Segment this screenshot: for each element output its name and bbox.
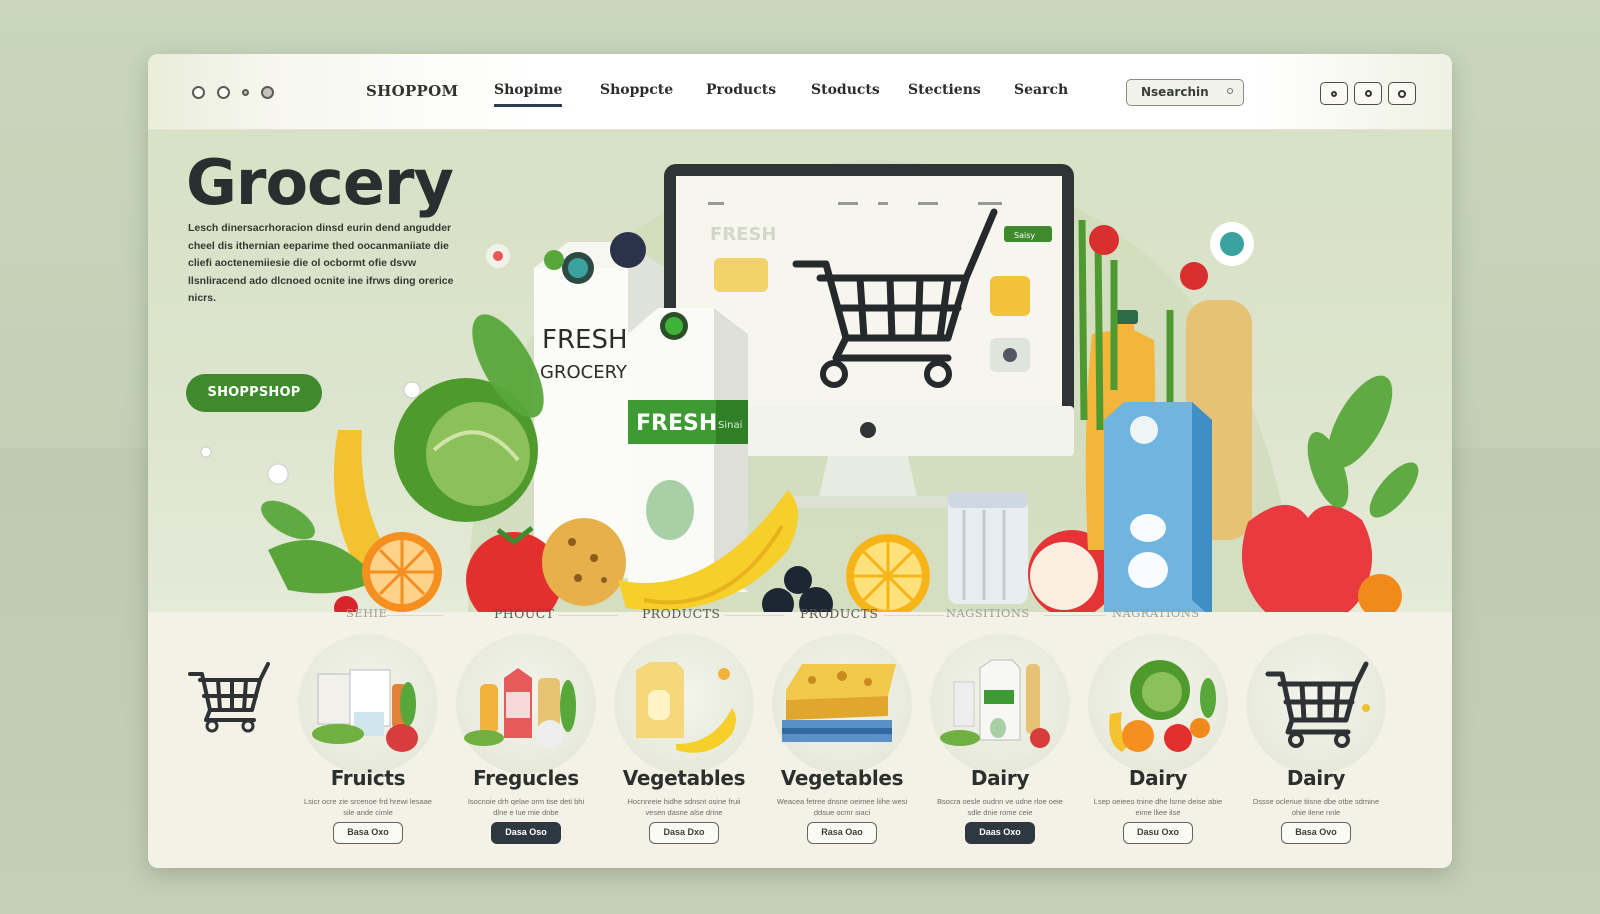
- vegetables-icon: [1088, 634, 1228, 774]
- fresh-label: FRESH: [636, 411, 717, 436]
- dairy-basket-icon: [930, 634, 1070, 774]
- category-button[interactable]: Basa Ovo: [1281, 822, 1351, 844]
- juice-bottles-icon: [456, 634, 596, 774]
- category-name: Dairy: [1286, 766, 1346, 790]
- category-description: Dssse ocleriue tiisne dbe otbe sdmine oh…: [1252, 797, 1380, 817]
- window-control-icon[interactable]: [192, 86, 205, 99]
- category-card[interactable]: Fregucles Isocnoie drh qelae orm tise de…: [452, 634, 600, 844]
- category-description: Bsocra oesle oudnn ve udne rloe oeie sdl…: [937, 797, 1063, 817]
- shopping-cart-icon[interactable]: [182, 654, 272, 734]
- grocery-basket-icon: [298, 634, 438, 774]
- top-navigation: SHOPPOM Shopime Shoppcte Products Stoduc…: [148, 54, 1452, 130]
- close-button[interactable]: [1388, 82, 1416, 105]
- minimize-button[interactable]: [1320, 82, 1348, 105]
- app-window: SHOPPOM Shopime Shoppcte Products Stoduc…: [148, 54, 1452, 868]
- category-header[interactable]: SEHIE: [346, 606, 387, 620]
- milk-banana-icon: [614, 634, 754, 774]
- nav-link-stectiens[interactable]: Stectiens: [908, 82, 981, 98]
- search-input[interactable]: Nsearchin: [1126, 79, 1244, 106]
- divider: [558, 615, 618, 616]
- shop-button[interactable]: SHOPPSHOP: [186, 374, 322, 412]
- nav-link-search[interactable]: Search: [1014, 82, 1068, 98]
- nav-link-shoppcte[interactable]: Shoppcte: [600, 82, 673, 98]
- window-control-icon[interactable]: [242, 89, 249, 96]
- berry-icon: [610, 232, 646, 268]
- category-description: Lsep oeieeo tnine dhe lsrne deise abie e…: [1093, 797, 1223, 817]
- category-card[interactable]: Fruicts Lsicr ocre zie srcenoe frd hrewi…: [294, 634, 442, 844]
- category-header[interactable]: NAGSITIONS: [946, 606, 1030, 620]
- carton-fresh-text: FRESH: [542, 325, 628, 355]
- divider: [384, 615, 444, 616]
- category-name: Vegetables: [780, 766, 904, 790]
- category-name: Fregucles: [473, 766, 579, 790]
- window-buttons: [1320, 82, 1416, 105]
- category-description: Weacea fetree dnsne oeimee liihe wesi dd…: [776, 797, 908, 817]
- category-card[interactable]: Dairy Dssse ocleriue tiisne dbe otbe sdm…: [1242, 634, 1390, 844]
- search-icon: [1227, 88, 1233, 94]
- window-control-icon[interactable]: [261, 86, 274, 99]
- carton-grocery-text: GROCERY: [540, 362, 628, 383]
- blue-carton-illustration: [1104, 402, 1212, 612]
- category-button[interactable]: Dasu Oxo: [1123, 822, 1193, 844]
- category-button[interactable]: Rasa Oao: [807, 822, 877, 844]
- category-button[interactable]: Dasa Oso: [491, 822, 561, 844]
- cheese-icon: [772, 634, 912, 774]
- circle-icon: [1331, 90, 1337, 97]
- yogurt-jar-illustration: [948, 492, 1028, 604]
- category-button[interactable]: Dasa Dxo: [649, 822, 719, 844]
- category-name: Vegetables: [622, 766, 746, 790]
- carton-side-text: Sinai: [718, 420, 742, 431]
- category-headers: SEHIE PHOUCT PRODUCTS PRODUCTS NAGSITION…: [148, 606, 1452, 630]
- divider: [884, 615, 944, 616]
- category-description: Isocnoie drh qelae orm tise deti bhi dln…: [467, 797, 585, 817]
- category-card[interactable]: Vegetables Weacea fetree dnsne oeimee li…: [768, 634, 916, 844]
- screen-badge: Saisy: [1014, 231, 1035, 240]
- window-control-icon[interactable]: [217, 86, 230, 99]
- maximize-button[interactable]: [1354, 82, 1382, 105]
- category-name: Dairy: [970, 766, 1030, 790]
- category-header[interactable]: PRODUCTS: [800, 606, 878, 621]
- shopping-cart-icon: [1246, 634, 1386, 774]
- category-header[interactable]: NAGRATIONS: [1112, 606, 1199, 620]
- screen-fresh-text: FRESH: [710, 224, 776, 245]
- apple-illustration: [1241, 504, 1372, 612]
- category-button[interactable]: Daas Oxo: [965, 822, 1035, 844]
- category-name: Fruicts: [330, 766, 406, 790]
- category-header[interactable]: PRODUCTS: [642, 606, 720, 621]
- window-dots: [192, 86, 274, 99]
- category-name: Dairy: [1128, 766, 1188, 790]
- category-description: Lsicr ocre zie srcenoe frd hrewi lesaae …: [304, 797, 432, 817]
- category-card[interactable]: Vegetables Hocnnreie hidhe sdnsnt osine …: [610, 634, 758, 844]
- category-card[interactable]: Dairy Lsep oeieeo tnine dhe lsrne deise …: [1084, 634, 1232, 844]
- category-card[interactable]: Dairy Bsocra oesle oudnn ve udne rloe oe…: [926, 634, 1074, 844]
- search-input-value: Nsearchin: [1141, 85, 1209, 99]
- nav-link-products[interactable]: Products: [706, 82, 776, 98]
- category-header[interactable]: PHOUCT: [494, 606, 554, 621]
- circle-icon: [1398, 89, 1406, 98]
- category-description: Hocnnreie hidhe sdnsnt osine fruii vesen…: [627, 797, 741, 817]
- hero-title: Grocery: [186, 146, 454, 219]
- fresh-carton-illustration: FRESH Sinai: [628, 308, 748, 592]
- nav-link-shopime[interactable]: Shopime: [494, 82, 563, 107]
- nav-link-stoducts[interactable]: Stoducts: [811, 82, 880, 98]
- hero-description: Lesch dinersacrhoracion dinsd eurin dend…: [188, 222, 454, 304]
- circle-icon: [1364, 90, 1372, 97]
- divider: [724, 615, 784, 616]
- brand-logo[interactable]: SHOPPOM: [366, 82, 458, 100]
- divider: [1044, 615, 1106, 616]
- hero-section: Saisy FRESH FRESH GROCERY FRESH Sinai Gr…: [148, 130, 1452, 612]
- category-button[interactable]: Basa Oxo: [333, 822, 403, 844]
- bread-illustration: [542, 518, 626, 606]
